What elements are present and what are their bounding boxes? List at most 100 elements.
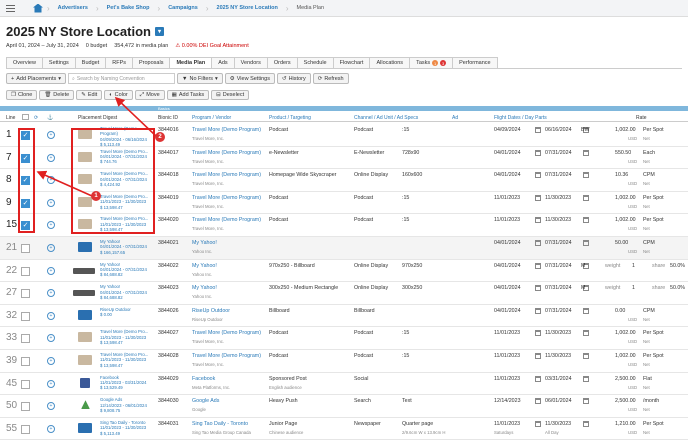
table-row[interactable]: 33 + Travel More (Demo Pro... 11/01/2023… — [0, 327, 688, 350]
col-ad[interactable]: Ad — [452, 115, 458, 121]
program-link[interactable]: Google Ads — [192, 398, 219, 404]
row-checkbox[interactable] — [21, 289, 30, 299]
attach-icon[interactable]: + — [47, 379, 55, 388]
attach-icon[interactable]: + — [47, 311, 55, 320]
tab-budget[interactable]: Budget — [74, 57, 107, 68]
program-link[interactable]: My Yahoo! — [192, 263, 217, 269]
tab-proposals[interactable]: Proposals — [131, 57, 171, 68]
row-checkbox[interactable] — [21, 334, 30, 344]
search-input[interactable]: ⌕ Search by Naming Convention — [68, 73, 176, 84]
col-flight[interactable]: Flight Dates / Day Parts — [494, 115, 547, 121]
history-button[interactable]: ↺ History — [276, 73, 311, 84]
program-link[interactable]: Travel More (Demo Program) — [192, 330, 261, 336]
placement-digest[interactable]: My Yahoo! 04/01/2024 - 07/31/2024 $ 166,… — [100, 239, 154, 255]
calendar-icon[interactable] — [583, 217, 589, 224]
calendar-icon[interactable] — [583, 240, 589, 246]
table-row[interactable]: 39 + Travel More (Demo Pro... 11/01/2023… — [0, 350, 688, 373]
calendar-icon[interactable] — [535, 375, 541, 382]
calendar-icon[interactable] — [535, 262, 541, 269]
calendar-icon[interactable] — [535, 194, 541, 201]
table-row[interactable]: 22 + My Yahoo! 04/01/2024 - 07/31/2024 $… — [0, 260, 688, 283]
tab-ads[interactable]: Ads — [211, 57, 235, 68]
tab-performance[interactable]: Performance — [452, 57, 498, 68]
calendar-icon[interactable] — [535, 420, 541, 427]
placement-digest[interactable]: Sing Tao Daily - Toronto 11/01/2023 - 11… — [100, 420, 154, 436]
program-link[interactable]: My Yahoo! — [192, 285, 217, 291]
chevron-down-icon[interactable]: ▾ — [154, 27, 164, 36]
table-row[interactable]: 32 + RiseUp Outdoor $ 0.00 3844026 RiseU… — [0, 305, 688, 328]
calendar-icon[interactable] — [535, 285, 541, 292]
home-icon[interactable] — [33, 3, 43, 13]
calendar-icon[interactable] — [583, 353, 589, 359]
calendar-icon[interactable] — [535, 330, 541, 337]
attach-icon[interactable]: + — [47, 153, 55, 162]
attach-icon[interactable]: + — [47, 176, 55, 185]
col-line[interactable]: Line — [6, 115, 15, 121]
calendar-icon[interactable] — [535, 307, 541, 314]
breadcrumb-campaigns[interactable]: Campaigns — [164, 0, 202, 17]
delete-button[interactable]: 🗑 Delete — [39, 90, 75, 100]
program-link[interactable]: Travel More (Demo Program) — [192, 353, 261, 359]
attach-icon[interactable]: + — [47, 221, 55, 230]
tab-overview[interactable]: Overview — [6, 57, 43, 68]
attach-icon[interactable]: + — [47, 244, 55, 252]
row-checkbox[interactable] — [21, 244, 30, 253]
select-all-checkbox[interactable] — [22, 114, 29, 120]
attach-icon[interactable]: + — [47, 334, 55, 343]
placement-digest[interactable]: My Yahoo! 04/01/2024 - 07/31/2024 $ 84,6… — [100, 284, 154, 300]
program-link[interactable]: Travel More (Demo Program) — [192, 172, 261, 178]
attach-icon[interactable]: + — [47, 357, 55, 365]
table-row[interactable]: 27 + My Yahoo! 04/01/2024 - 07/31/2024 $… — [0, 282, 688, 305]
program-link[interactable]: Travel More (Demo Program) — [192, 127, 261, 133]
add-tasks-button[interactable]: ▦ Add Tasks — [166, 90, 210, 100]
color-button[interactable]: ◐ Color — [104, 90, 133, 100]
placement-digest[interactable]: Travel More (Demo Pro... 11/01/2023 - 11… — [100, 352, 154, 368]
menu-icon[interactable] — [6, 4, 15, 12]
col-program-vendor[interactable]: Program / Vendor — [192, 115, 231, 121]
program-link[interactable]: Travel More (Demo Program) — [192, 195, 261, 201]
calendar-icon[interactable] — [583, 149, 589, 156]
breadcrumb-campaign[interactable]: 2025 NY Store Location — [213, 0, 282, 17]
tab-rfps[interactable]: RFPs — [105, 57, 133, 68]
calendar-icon[interactable] — [535, 353, 541, 359]
col-bionic-id[interactable]: Bionic ID — [158, 115, 178, 121]
calendar-icon[interactable] — [535, 217, 541, 224]
program-link[interactable]: RiseUp Outdoor — [192, 308, 230, 314]
tab-media-plan[interactable]: Media Plan — [169, 57, 213, 68]
calendar-icon[interactable] — [583, 307, 589, 314]
attach-icon[interactable]: + — [47, 131, 55, 139]
row-checkbox[interactable] — [21, 266, 30, 276]
breadcrumb-advertiser[interactable]: Pet's Bake Shop — [103, 0, 154, 17]
placement-digest[interactable]: Google Ads 12/14/2023 - 06/01/2024 $ 9,8… — [100, 397, 154, 413]
calendar-icon[interactable] — [583, 172, 589, 179]
calendar-icon[interactable] — [583, 330, 589, 337]
row-checkbox[interactable] — [21, 357, 30, 366]
table-row[interactable]: 50 + Google Ads 12/14/2023 - 06/01/2024 … — [0, 395, 688, 418]
placement-digest[interactable]: Facebook 11/01/2023 - 03/31/2024 $ 13,52… — [100, 375, 154, 391]
row-checkbox[interactable] — [21, 424, 30, 434]
placement-digest[interactable]: Travel More (Demo Pro... 11/01/2023 - 11… — [100, 329, 154, 345]
row-checkbox[interactable] — [21, 311, 30, 321]
calendar-icon[interactable] — [535, 127, 541, 133]
breadcrumb-advertisers[interactable]: Advertisers — [54, 0, 92, 17]
calendar-icon[interactable] — [583, 194, 589, 201]
view-settings-button[interactable]: ⚙ View Settings — [224, 73, 275, 84]
tab-orders[interactable]: Orders — [266, 57, 298, 68]
calendar-icon[interactable] — [535, 240, 541, 246]
tab-settings[interactable]: Settings — [41, 57, 76, 68]
calendar-icon[interactable] — [535, 149, 541, 156]
calendar-icon[interactable] — [583, 420, 589, 427]
no-filters-button[interactable]: ▼ No Filters ▾ — [177, 73, 223, 84]
attach-icon[interactable]: + — [47, 402, 55, 411]
refresh-button[interactable]: ⟳ Refresh — [312, 73, 349, 84]
add-placements-button[interactable]: + Add Placements ▾ — [6, 73, 67, 84]
edit-button[interactable]: ✎ Edit — [76, 90, 103, 100]
tab-schedule[interactable]: Schedule — [296, 57, 334, 68]
program-link[interactable]: Travel More (Demo Program) — [192, 150, 261, 156]
col-placement-digest[interactable]: Placement Digest — [78, 115, 117, 121]
deselect-button[interactable]: ⊟ Deselect — [211, 90, 250, 100]
placement-digest[interactable]: RiseUp Outdoor $ 0.00 — [100, 307, 154, 318]
tab-allocations[interactable]: Allocations — [369, 57, 411, 68]
col-product-targeting[interactable]: Product / Targeting — [269, 115, 311, 121]
attach-icon[interactable]: + — [47, 198, 55, 207]
